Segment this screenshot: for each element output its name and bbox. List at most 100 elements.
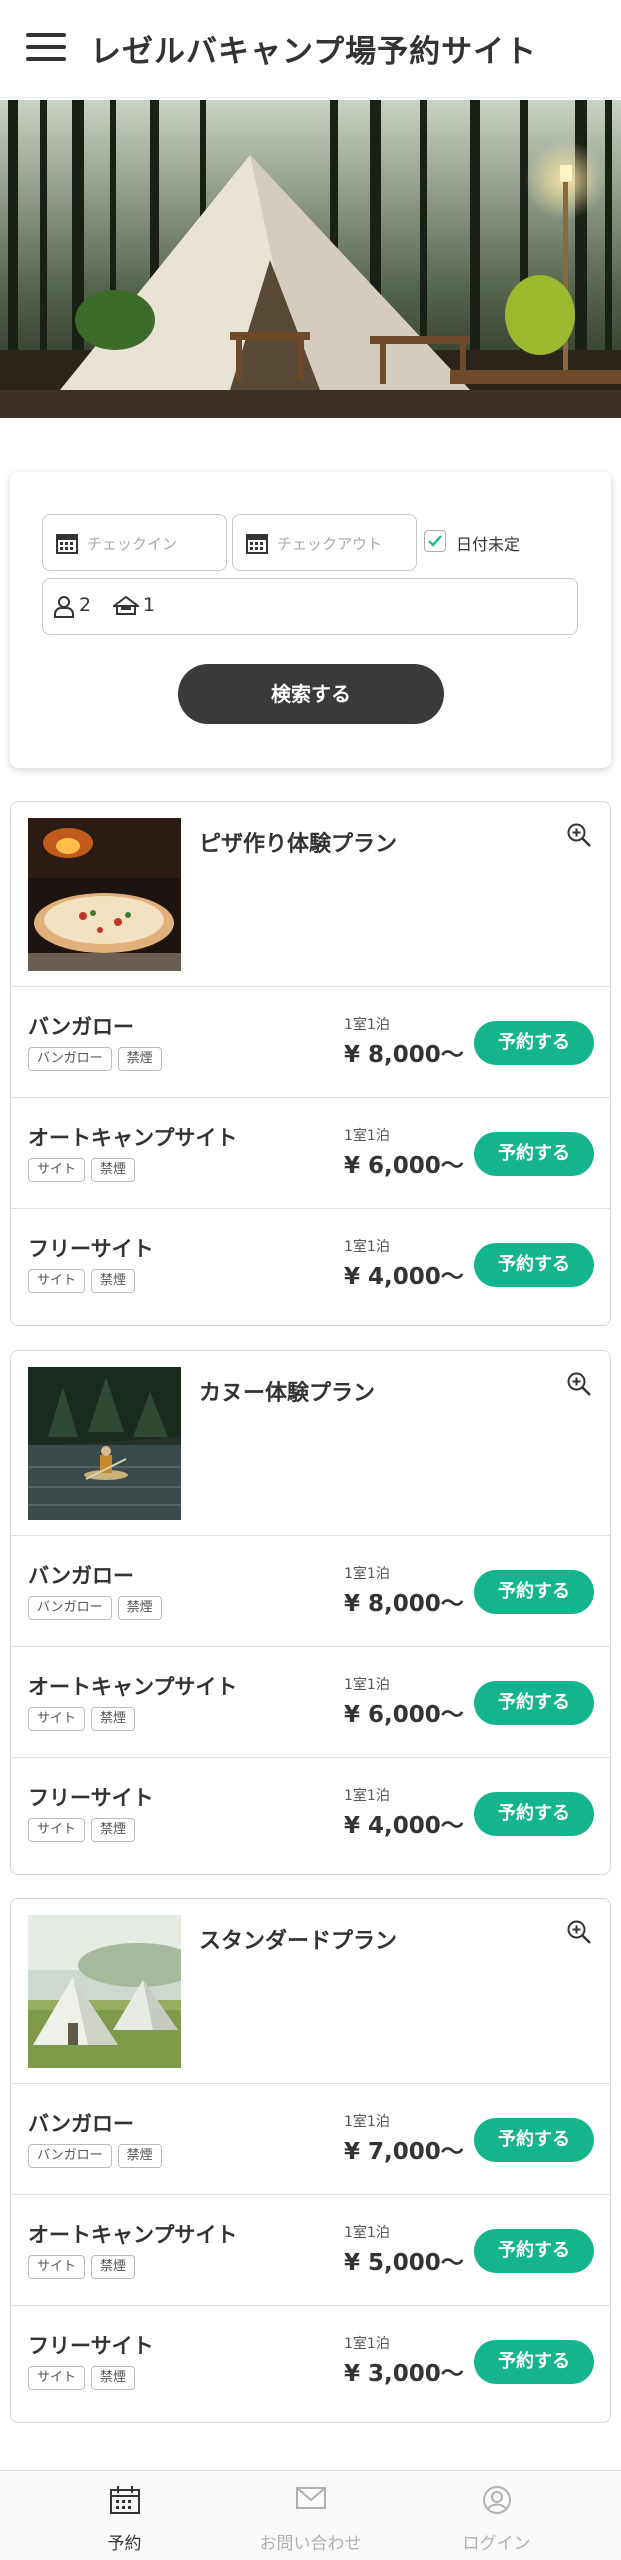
room-type-tag: サイト [28,1158,86,1182]
plan-title: スタンダードプラン [199,1929,398,1954]
no-smoking-tag: 禁煙 [117,1047,162,1071]
plan-card: カヌー体験プラン バンガロー バンガロー 禁煙 1室1泊 ¥ 8,000〜 予約す… [10,1350,611,1875]
nav-login-label: ログイン [462,2534,531,2554]
room-price: ¥ 7,000〜 [344,2139,464,2165]
price-unit: 1室1泊 [344,2225,390,2241]
adults-count: 2 [79,594,92,616]
nav-contact[interactable]: お問い合わせ [207,2471,414,2560]
room-row: バンガロー バンガロー 禁煙 1室1泊 ¥ 8,000〜 予約する [11,987,610,1098]
room-row: バンガロー バンガロー 禁煙 1室1泊 ¥ 8,000〜 予約する [11,1536,610,1647]
checkout-field[interactable]: チェックアウト [232,514,417,571]
price-unit: 1室1泊 [344,1128,390,1144]
nav-reserve[interactable]: 予約 [21,2471,228,2560]
price-unit: 1室1泊 [344,1239,390,1255]
room-type-tag: サイト [28,2255,86,2279]
plan-card: スタンダードプラン バンガロー バンガロー 禁煙 1室1泊 ¥ 7,000〜 予約… [10,1898,611,2423]
no-smoking-tag: 禁煙 [91,1818,136,1842]
zoom-in-icon[interactable] [566,822,592,852]
price-unit: 1室1泊 [344,2114,390,2130]
room-price: ¥ 6,000〜 [344,1702,464,1728]
no-smoking-tag: 禁煙 [91,1707,136,1731]
date-undecided-label: 日付未定 [456,535,521,554]
room-price: ¥ 6,000〜 [344,1153,464,1179]
room-row: フリーサイト サイト 禁煙 1室1泊 ¥ 3,000〜 予約する [11,2306,610,2417]
book-button[interactable]: 予約する [474,1792,594,1836]
checkout-placeholder: チェックアウト [277,535,383,553]
book-button[interactable]: 予約する [474,1570,594,1614]
room-price: ¥ 8,000〜 [344,1042,464,1068]
price-unit: 1室1泊 [344,1566,390,1582]
room-type-tag: バンガロー [28,1047,112,1071]
book-button[interactable]: 予約する [474,2229,594,2273]
no-smoking-tag: 禁煙 [117,2144,162,2168]
plan-title: カヌー体験プラン [199,1381,376,1406]
bottom-nav: 予約 お問い合わせ ログイン [0,2470,621,2560]
calendar-icon [245,531,269,559]
book-button[interactable]: 予約する [474,1681,594,1725]
plan-header: スタンダードプラン [11,1899,610,2084]
no-smoking-tag: 禁煙 [117,1596,162,1620]
no-smoking-tag: 禁煙 [91,2366,136,2390]
room-row: オートキャンプサイト サイト 禁煙 1室1泊 ¥ 6,000〜 予約する [11,1098,610,1209]
plan-image-standard[interactable] [28,1915,181,2068]
zoom-in-icon[interactable] [566,1919,592,1949]
book-button[interactable]: 予約する [474,2340,594,2384]
checkin-placeholder: チェックイン [87,535,178,553]
zoom-in-icon[interactable] [566,1371,592,1401]
app-header: レゼルバキャンプ場予約サイト [0,0,621,98]
room-name: バンガロー [28,1015,135,1039]
hamburger-menu-icon[interactable] [26,33,66,61]
room-type-tag: サイト [28,1707,86,1731]
plan-header: カヌー体験プラン [11,1351,610,1536]
room-price: ¥ 4,000〜 [344,1264,464,1290]
price-unit: 1室1泊 [344,1788,390,1804]
search-panel: チェックイン チェックアウト 日付未定 2 1 検索する [10,472,611,768]
no-smoking-tag: 禁煙 [91,2255,136,2279]
room-name: バンガロー [28,2112,135,2136]
mail-icon [295,2485,327,2515]
room-name: オートキャンプサイト [28,1675,238,1699]
room-row: フリーサイト サイト 禁煙 1室1泊 ¥ 4,000〜 予約する [11,1758,610,1869]
price-unit: 1室1泊 [344,2336,390,2352]
room-icon [111,595,141,620]
room-type-tag: サイト [28,1269,86,1293]
room-type-tag: バンガロー [28,1596,112,1620]
room-name: オートキャンプサイト [28,1126,238,1150]
checkin-field[interactable]: チェックイン [42,514,227,571]
book-button[interactable]: 予約する [474,1021,594,1065]
room-name: バンガロー [28,1564,135,1588]
user-circle-icon [482,2485,512,2519]
room-name: フリーサイト [28,1237,154,1261]
room-row: オートキャンプサイト サイト 禁煙 1室1泊 ¥ 6,000〜 予約する [11,1647,610,1758]
room-price: ¥ 4,000〜 [344,1813,464,1839]
no-smoking-tag: 禁煙 [91,1158,136,1182]
calendar-icon [55,531,79,559]
site-title: レゼルバキャンプ場予約サイト [90,34,538,70]
room-row: オートキャンプサイト サイト 禁煙 1室1泊 ¥ 5,000〜 予約する [11,2195,610,2306]
book-button[interactable]: 予約する [474,1132,594,1176]
room-name: フリーサイト [28,1786,154,1810]
price-unit: 1室1泊 [344,1677,390,1693]
hero-image [0,100,621,418]
plan-image-canoe[interactable] [28,1367,181,1520]
plan-title: ピザ作り体験プラン [199,832,398,857]
book-button[interactable]: 予約する [474,2118,594,2162]
book-button[interactable]: 予約する [474,1243,594,1287]
room-price: ¥ 5,000〜 [344,2250,464,2276]
plan-image-pizza[interactable] [28,818,181,971]
guests-rooms-field[interactable]: 2 1 [42,578,578,635]
no-smoking-tag: 禁煙 [91,1269,136,1293]
room-name: フリーサイト [28,2334,154,2358]
price-unit: 1室1泊 [344,1017,390,1033]
page: レゼルバキャンプ場予約サイト チェックイン チェックアウト 日付未定 2 1 検… [0,0,621,2560]
nav-login[interactable]: ログイン [393,2471,600,2560]
plan-header: ピザ作り体験プラン [11,802,610,987]
nav-contact-label: お問い合わせ [259,2534,362,2554]
room-name: オートキャンプサイト [28,2223,238,2247]
room-row: フリーサイト サイト 禁煙 1室1泊 ¥ 4,000〜 予約する [11,1209,610,1320]
plan-card: ピザ作り体験プラン バンガロー バンガロー 禁煙 1室1泊 ¥ 8,000〜 予約… [10,801,611,1326]
date-undecided-checkbox[interactable] [424,530,446,552]
room-price: ¥ 8,000〜 [344,1591,464,1617]
search-button[interactable]: 検索する [178,664,444,724]
nav-reserve-label: 予約 [107,2534,142,2554]
